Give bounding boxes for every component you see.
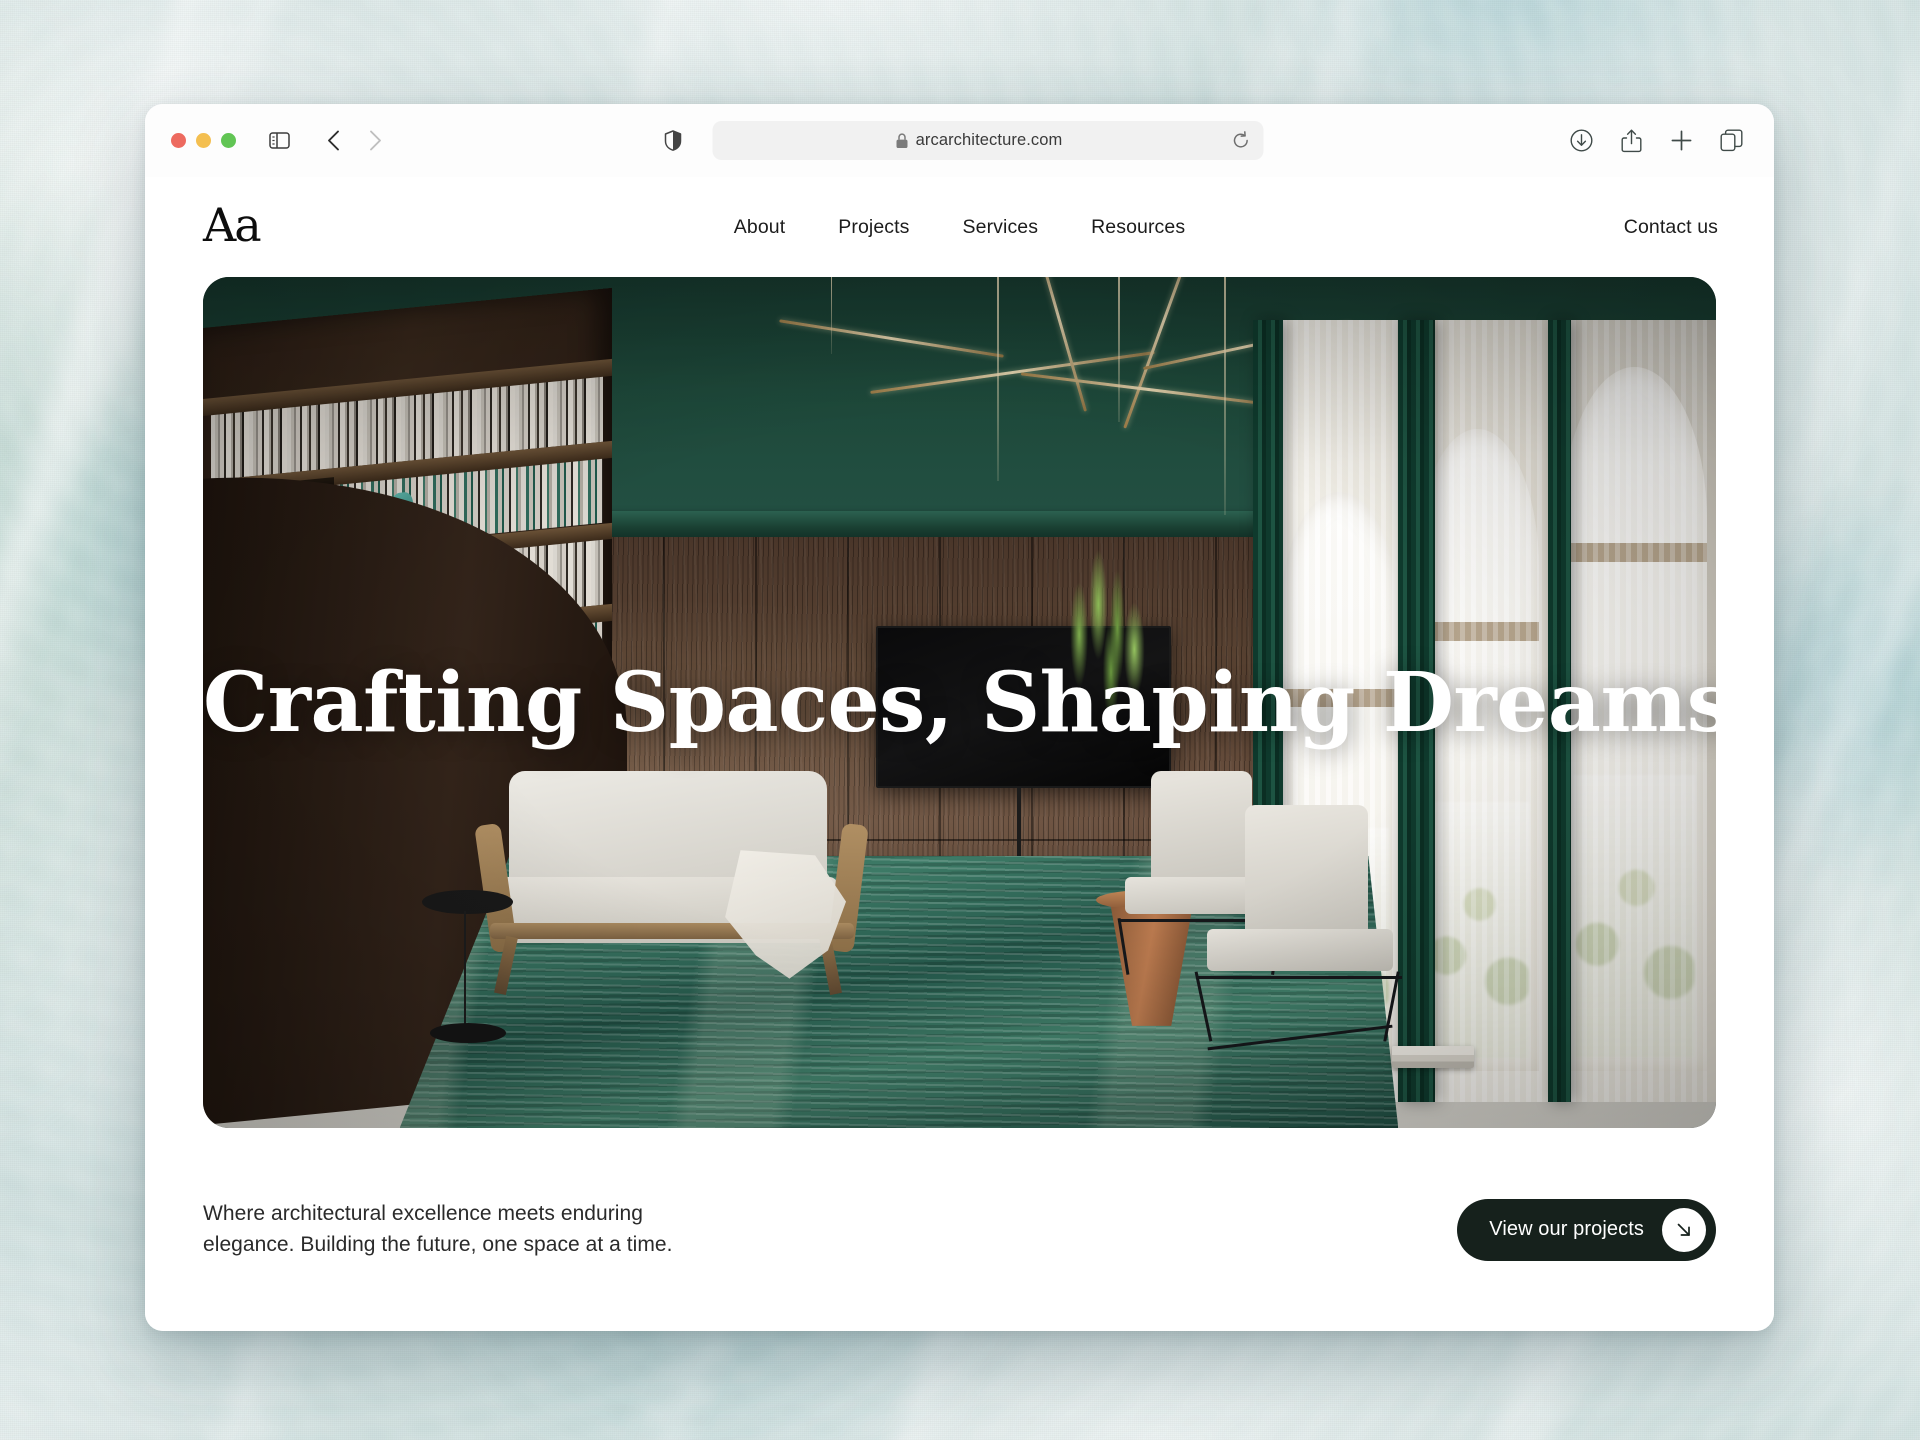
side-table-base	[429, 1023, 506, 1043]
side-table	[422, 889, 514, 1043]
lock-icon	[896, 132, 909, 149]
share-icon[interactable]	[1614, 124, 1648, 158]
address-bar-content: arcarchitecture.com	[726, 131, 1232, 150]
desktop-background: arcarchitecture.com Aa About Projects Se…	[0, 0, 1920, 1440]
address-bar[interactable]: arcarchitecture.com	[712, 121, 1263, 160]
toolbar-center-group: arcarchitecture.com	[656, 121, 1263, 160]
armchair-front	[1194, 804, 1406, 1050]
nav-item-services[interactable]: Services	[963, 216, 1039, 239]
traffic-lights[interactable]	[171, 133, 236, 148]
hero-image: Crafting Spaces, Shaping Dreams	[203, 277, 1716, 1128]
forward-chevron-icon[interactable]	[358, 124, 392, 158]
arrow-down-right-icon	[1662, 1207, 1706, 1252]
tab-overview-icon[interactable]	[1714, 124, 1748, 158]
site-header: Aa About Projects Services Resources Con…	[145, 177, 1774, 277]
nav-item-resources[interactable]: Resources	[1091, 216, 1185, 239]
maximize-window-button[interactable]	[221, 133, 236, 148]
tv-stand-neck	[1016, 787, 1021, 860]
view-projects-button[interactable]: View our projects	[1457, 1198, 1716, 1261]
close-window-button[interactable]	[171, 133, 186, 148]
contact-us-link[interactable]: Contact us	[1624, 216, 1718, 239]
chandelier-cable	[830, 277, 833, 354]
hero-footer: Where architectural excellence meets end…	[145, 1128, 1774, 1331]
nav-item-projects[interactable]: Projects	[838, 216, 909, 239]
toolbar-right-group	[1564, 124, 1748, 158]
site-logo[interactable]: Aa	[203, 202, 262, 248]
chandelier-cable	[1224, 277, 1226, 516]
navigation-buttons	[316, 124, 392, 158]
sofa	[474, 770, 869, 995]
new-tab-icon[interactable]	[1664, 124, 1698, 158]
hero-headline: Crafting Spaces, Shaping Dreams	[203, 654, 1716, 751]
chandelier-cable	[1118, 277, 1120, 422]
back-chevron-icon[interactable]	[316, 124, 350, 158]
sidebar-toggle-icon[interactable]	[262, 124, 296, 158]
chandelier-cable	[997, 277, 999, 482]
side-table-top	[422, 889, 514, 915]
browser-window: arcarchitecture.com Aa About Projects Se…	[145, 104, 1774, 1331]
downloads-icon[interactable]	[1564, 124, 1598, 158]
privacy-shield-icon[interactable]	[656, 124, 690, 158]
floor-books	[1392, 1046, 1474, 1069]
browser-toolbar: arcarchitecture.com	[145, 104, 1774, 177]
web-page: Aa About Projects Services Resources Con…	[145, 177, 1774, 1331]
side-table-stem	[464, 911, 467, 1031]
main-navigation: About Projects Services Resources	[734, 216, 1185, 239]
view-projects-label: View our projects	[1489, 1218, 1644, 1240]
hero-tagline: Where architectural excellence meets end…	[203, 1202, 673, 1256]
url-text: arcarchitecture.com	[915, 131, 1063, 149]
minimize-window-button[interactable]	[196, 133, 211, 148]
nav-item-about[interactable]: About	[734, 216, 785, 239]
reload-icon[interactable]	[1232, 131, 1249, 150]
